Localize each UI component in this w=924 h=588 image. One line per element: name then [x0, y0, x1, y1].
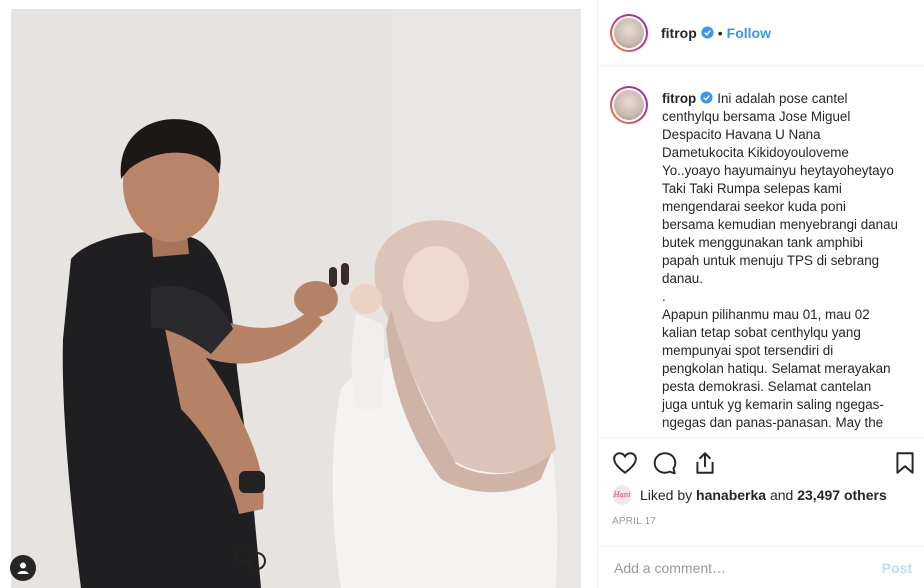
post-actions — [598, 440, 924, 480]
post-photo[interactable] — [11, 9, 581, 588]
comment-icon[interactable] — [652, 450, 678, 476]
photo-illustration — [11, 9, 581, 588]
liked-by-prefix: Liked by — [640, 487, 693, 503]
caption-author-avatar[interactable] — [610, 86, 648, 124]
post-comment-button[interactable]: Post — [882, 560, 912, 576]
author-avatar[interactable] — [610, 13, 648, 52]
post-side-panel: fitrop • Follow fitrop Ini adalah pose ca… — [598, 0, 924, 588]
liked-by-and: and — [766, 487, 798, 503]
caption-section[interactable]: fitrop Ini adalah pose cantel centhylqu b… — [598, 66, 924, 438]
comment-box: Post — [598, 546, 924, 588]
caption-body: Ini adalah pose cantel centhylqu bersama… — [662, 91, 898, 430]
heart-icon[interactable] — [612, 450, 638, 476]
user-tag-icon[interactable] — [10, 555, 36, 581]
follow-button[interactable]: Follow — [727, 25, 771, 41]
liker-avatar[interactable]: Hani — [612, 485, 632, 505]
author-username[interactable]: fitrop — [661, 25, 697, 41]
comment-input[interactable] — [612, 558, 882, 577]
separator-dot: • — [717, 24, 723, 41]
verified-badge-icon — [700, 91, 713, 104]
share-icon[interactable] — [692, 450, 718, 476]
likes-summary: Hani Liked by hanaberka and 23,497 other… — [612, 485, 887, 505]
verified-badge-icon — [701, 26, 714, 39]
liked-by-user[interactable]: hanaberka — [696, 487, 766, 503]
caption-username[interactable]: fitrop — [662, 91, 696, 106]
post-date[interactable]: APRIL 17 — [612, 516, 656, 527]
bookmark-icon[interactable] — [892, 450, 918, 476]
likes-count[interactable]: 23,497 others — [797, 487, 887, 503]
caption-text: fitrop Ini adalah pose cantel centhylqu b… — [662, 90, 898, 432]
post-header: fitrop • Follow — [598, 0, 924, 66]
post-photo-area — [0, 0, 598, 588]
